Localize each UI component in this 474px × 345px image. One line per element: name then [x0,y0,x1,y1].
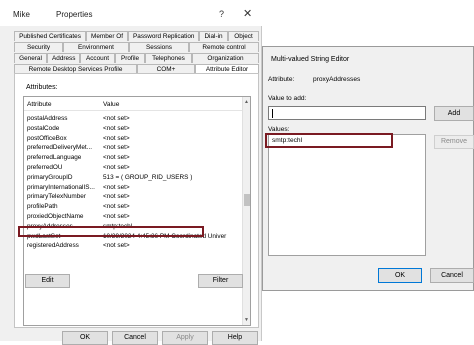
tab-general[interactable]: General [14,53,47,63]
values-list[interactable]: smtp:techl [268,134,426,256]
tab-dial-in[interactable]: Dial-in [199,31,228,41]
multi-valued-string-editor: Multi-valued String Editor Attribute: pr… [262,46,474,291]
editor-cancel-button[interactable]: Cancel [430,268,474,283]
help-button[interactable]: Help [212,331,258,345]
scroll-up-icon[interactable]: ▲ [244,99,249,105]
table-row[interactable]: postalAddress <not set> [24,114,244,123]
tab-remote-control[interactable]: Remote control [189,42,259,52]
attribute-name-cell: primaryInternationalIS... [27,183,95,191]
attribute-name-cell: preferredDeliveryMet... [27,144,92,152]
table-row[interactable]: profilePath <not set> [24,202,244,211]
tab-account[interactable]: Account [80,53,115,63]
value-highlight [265,133,393,148]
attribute-value-cell: 513 = ( GROUP_RID_USERS ) [103,173,193,181]
table-row[interactable]: primaryGroupID 513 = ( GROUP_RID_USERS ) [24,173,244,182]
add-button[interactable]: Add [434,106,474,121]
tab-password-replication[interactable]: Password Replication [128,31,199,41]
properties-titlebar: Mike Properties ? ✕ [0,0,262,26]
properties-window: Mike Properties ? ✕ Published Certificat… [0,0,262,345]
attributes-list[interactable]: Attribute Value postalAddress <not set> po… [23,96,251,326]
editor-ok-button[interactable]: OK [378,268,422,283]
apply-button[interactable]: Apply [162,331,208,345]
attributes-label: Attributes: [26,84,58,91]
attribute-value-cell: <not set> [103,115,130,122]
attribute-value-cell: <not set> [103,213,130,220]
attribute-value-cell: <not set> [103,134,130,142]
attribute-name-cell: postOfficeBox [27,134,67,142]
tab-telephones[interactable]: Telephones [145,53,192,63]
column-header-attribute[interactable]: Attribute [27,101,52,108]
list-header: Attribute Value [24,97,250,111]
help-icon[interactable]: ? [219,9,224,19]
table-row[interactable]: preferredOU <not set> [24,163,244,172]
table-row[interactable]: preferredLanguage <not set> [24,153,244,162]
value-to-add-label: Value to add: [268,95,307,102]
attribute-value: proxyAddresses [313,76,361,83]
attribute-name-cell: postalCode [27,124,60,132]
attribute-value-cell: <not set> [103,203,130,211]
attribute-label: Attribute: [268,76,295,83]
attribute-name-cell: registeredAddress [27,242,79,250]
attribute-value-cell: <not set> [103,124,130,132]
editor-title: Multi-valued String Editor [271,56,350,63]
tab-address[interactable]: Address [47,53,80,63]
table-row[interactable]: primaryTelexNumber <not set> [24,192,244,201]
edit-button[interactable]: Edit [25,274,70,288]
tab-published-certificates[interactable]: Published Certificates [14,31,86,41]
tab-row-3: General Address Account Profile Telephon… [14,53,259,63]
attribute-name-cell: profilePath [27,203,58,211]
column-header-value[interactable]: Value [103,101,119,108]
remove-button[interactable]: Remove [434,135,474,149]
table-row[interactable]: registeredAddress <not set> [24,241,244,250]
table-row[interactable]: postOfficeBox <not set> [24,134,244,143]
table-row[interactable]: preferredDeliveryMet... <not set> [24,143,244,152]
cancel-button[interactable]: Cancel [112,331,158,345]
attribute-editor-panel: Attributes: Attribute Value postalAddres… [14,73,259,328]
tab-profile[interactable]: Profile [115,53,145,63]
tab-member-of[interactable]: Member Of [86,31,128,41]
tab-organization[interactable]: Organization [192,53,259,63]
tab-row-2: Security Environment Sessions Remote con… [14,42,259,52]
table-row[interactable]: proxiedObjectName <not set> [24,212,244,221]
attribute-name-cell: preferredLanguage [27,154,82,162]
proxy-addresses-highlight [18,226,204,237]
attribute-name-cell: primaryGroupID [27,173,73,181]
close-icon[interactable]: ✕ [243,7,252,20]
filter-button[interactable]: Filter [198,274,243,288]
tab-sessions[interactable]: Sessions [129,42,189,52]
scroll-thumb[interactable] [244,194,250,206]
list-scrollbar[interactable]: ▲ ▼ [242,97,250,325]
attribute-name-cell: primaryTelexNumber [27,193,86,201]
window-title: Properties [56,10,93,19]
values-label: Values: [268,126,290,133]
tab-environment[interactable]: Environment [63,42,129,52]
attribute-name-cell: postalAddress [27,115,68,122]
table-row[interactable]: primaryInternationalIS... <not set> [24,183,244,192]
attribute-name-cell: proxiedObjectName [27,213,84,220]
attribute-value-cell: <not set> [103,193,130,201]
attribute-value-cell: <not set> [103,164,130,171]
table-row[interactable]: postalCode <not set> [24,124,244,133]
value-to-add-input[interactable] [268,106,426,120]
window-user-name: Mike [13,10,30,19]
tab-security[interactable]: Security [14,42,63,52]
text-caret [272,109,273,118]
attribute-name-cell: preferredOU [27,164,63,171]
tab-object[interactable]: Object [228,31,259,41]
attribute-value-cell: <not set> [103,242,130,250]
attribute-value-cell: <not set> [103,144,130,152]
attribute-value-cell: <not set> [103,183,130,191]
ok-button[interactable]: OK [62,331,108,345]
attribute-value-cell: <not set> [103,154,130,162]
tab-row-1: Published Certificates Member Of Passwor… [14,31,259,41]
scroll-down-icon[interactable]: ▼ [244,317,249,323]
